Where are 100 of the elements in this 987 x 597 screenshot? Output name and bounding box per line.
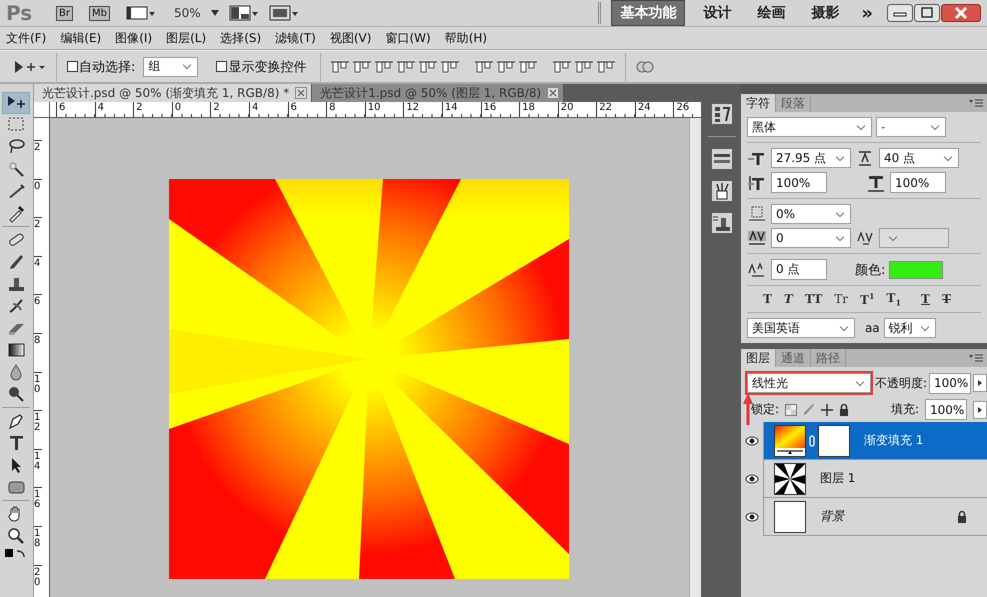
align-icon[interactable]: [331, 58, 350, 74]
checkbox[interactable]: 自动选择:: [67, 58, 136, 76]
eye-icon[interactable]: [744, 474, 759, 484]
panel-tab[interactable]: 通道: [776, 349, 811, 368]
target-dropdown[interactable]: 组: [143, 56, 198, 76]
ruler-label: 8: [34, 332, 42, 372]
more-workspaces-button[interactable]: »: [857, 2, 877, 24]
menu-item[interactable]: 图层(L): [166, 30, 206, 46]
underline-style-button[interactable]: T: [915, 292, 936, 306]
menu-item[interactable]: 滤镜(T): [275, 30, 316, 46]
layer-row[interactable]: 背景: [764, 498, 987, 536]
kerning-dropdown[interactable]: 0: [770, 228, 851, 248]
ruler-label: 20: [34, 564, 42, 597]
workspace-button[interactable]: 摄影: [803, 1, 848, 25]
color-swatch[interactable]: [889, 260, 944, 278]
menu-item[interactable]: 文件(F): [6, 30, 46, 46]
character-panel-icon[interactable]: [712, 104, 732, 124]
menu-item[interactable]: 视图(V): [330, 30, 372, 46]
fill-label: 填充:: [890, 401, 919, 418]
align-icon[interactable]: [419, 58, 438, 74]
align-icon[interactable]: [497, 58, 516, 74]
panel-tab[interactable]: 字符: [740, 94, 776, 112]
document-tab[interactable]: 光芒设计1.psd @ 50% (图层 1, RGB/8): [312, 84, 564, 102]
layer-name: 渐变填充 1: [864, 432, 924, 450]
align-icon[interactable]: [475, 58, 494, 74]
menu-item[interactable]: 选择(S): [220, 30, 262, 46]
horizontal-scale-field[interactable]: 100%: [890, 172, 946, 193]
antialias-dropdown[interactable]: 锐利: [884, 318, 936, 338]
zoom-dropdown[interactable]: 50%: [174, 6, 201, 20]
workspace-button[interactable]: 设计: [695, 1, 740, 25]
align-icon[interactable]: [597, 58, 616, 74]
panel-menu-icon[interactable]: [969, 353, 983, 364]
menu-item[interactable]: 图像(I): [115, 30, 152, 46]
vertical-scale-icon: [746, 174, 767, 192]
align-icon[interactable]: [375, 58, 394, 74]
workspace-button[interactable]: 绘画: [749, 1, 794, 25]
align-icon[interactable]: [397, 58, 416, 74]
stamp-icon[interactable]: [712, 213, 732, 233]
ruler-label: 24: [634, 102, 674, 117]
opacity-field[interactable]: 100%: [929, 372, 971, 394]
menu-item[interactable]: 帮助(H): [444, 30, 488, 46]
lock-transparent-icon[interactable]: [785, 404, 797, 416]
menu-item[interactable]: 编辑(E): [60, 30, 102, 46]
bold-style-button[interactable]: T: [756, 292, 778, 306]
brushes-icon[interactable]: [712, 181, 732, 201]
auto-align-icon[interactable]: [636, 58, 654, 74]
close-icon[interactable]: [941, 4, 981, 22]
panel-tab[interactable]: 路径: [810, 349, 846, 368]
align-icon[interactable]: [353, 58, 372, 74]
eye-icon[interactable]: [744, 436, 759, 446]
super-style-button[interactable]: T$^{1}$: [854, 291, 881, 308]
align-icon[interactable]: [519, 58, 538, 74]
layer-row[interactable]: 图层 1: [764, 460, 987, 498]
tracking-icon: [854, 229, 875, 247]
tracking-dropdown[interactable]: [878, 228, 949, 248]
color-swatches-icon[interactable]: [5, 547, 28, 559]
align-icon[interactable]: [575, 58, 594, 74]
font-size-dropdown[interactable]: 27.95 点: [770, 148, 851, 168]
launcher-button[interactable]: Br: [56, 6, 73, 20]
ruler-label: 20: [558, 102, 596, 117]
panel-tab[interactable]: 段落: [776, 94, 811, 112]
italic-style-button[interactable]: T: [778, 292, 799, 306]
smallcaps-style-button[interactable]: Tr: [828, 292, 854, 306]
close-icon[interactable]: [547, 87, 560, 99]
font-style-dropdown[interactable]: -: [876, 117, 946, 137]
blend-mode-dropdown[interactable]: 线性光: [746, 373, 871, 394]
checkbox[interactable]: 显示变换控件: [216, 58, 306, 76]
align-icon[interactable]: [553, 58, 572, 74]
layout-icon[interactable]: [228, 5, 259, 21]
menu-item[interactable]: 窗口(W): [385, 30, 431, 46]
caret-icon[interactable]: [210, 10, 219, 16]
caps-style-button[interactable]: TT: [798, 292, 828, 306]
align-icon[interactable]: [441, 58, 460, 74]
lock-move-icon[interactable]: [821, 404, 833, 416]
lock-label: 锁定:: [750, 401, 779, 418]
launcher-button[interactable]: Mb: [88, 6, 110, 20]
close-icon[interactable]: [295, 87, 308, 99]
panel-tab[interactable]: 图层: [740, 349, 776, 368]
move-tool-icon[interactable]: [2, 92, 30, 114]
link-icon[interactable]: [808, 434, 815, 447]
tsume-dropdown[interactable]: 0%: [770, 204, 851, 224]
strike-style-button[interactable]: T: [936, 292, 957, 306]
screen-mode-icon[interactable]: [268, 5, 299, 21]
leading-dropdown[interactable]: 40 点: [878, 148, 959, 168]
language-dropdown[interactable]: 美国英语: [746, 318, 855, 338]
fill-field[interactable]: 100%: [925, 399, 967, 420]
document-tab[interactable]: 光芒设计.psd @ 50% (渐变填充 1, RGB/8) *: [34, 84, 312, 102]
maximize-icon[interactable]: [914, 4, 940, 22]
minimize-icon[interactable]: [887, 4, 913, 22]
vertical-scale-field[interactable]: 100%: [770, 172, 827, 193]
ruler-label: 10: [34, 372, 42, 410]
scrollbar[interactable]: [688, 118, 701, 597]
panel-menu-icon[interactable]: [969, 98, 983, 108]
workspace-button[interactable]: 基本功能: [611, 0, 686, 26]
lock-icon[interactable]: [839, 404, 849, 416]
sub-style-button[interactable]: T$_{1}$: [880, 291, 908, 308]
eye-icon[interactable]: [744, 512, 759, 522]
font-family-dropdown[interactable]: 黑体: [746, 117, 872, 137]
brush-presets-icon[interactable]: [712, 149, 732, 169]
baseline-shift-field[interactable]: 0 点: [770, 259, 827, 280]
